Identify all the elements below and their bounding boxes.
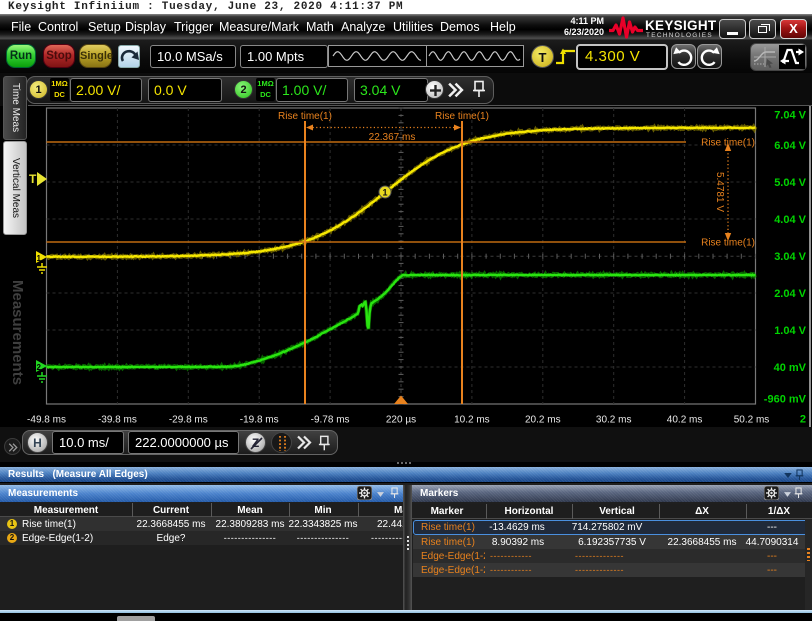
svg-text:-39.8 ms: -39.8 ms (98, 415, 137, 426)
svg-text:1.04 V: 1.04 V (774, 325, 806, 337)
svg-text:7.04 V: 7.04 V (774, 109, 806, 121)
svg-text:T: T (29, 172, 37, 186)
svg-text:-49.8 ms: -49.8 ms (27, 415, 66, 426)
svg-text:10.2 ms: 10.2 ms (454, 415, 490, 426)
svg-text:50.2 ms: 50.2 ms (734, 415, 770, 426)
svg-text:40.2 ms: 40.2 ms (667, 415, 703, 426)
svg-text:4.04 V: 4.04 V (774, 214, 806, 226)
svg-text:220 µs: 220 µs (386, 415, 416, 426)
svg-text:Rise time(1): Rise time(1) (435, 111, 489, 122)
svg-text:2.04 V: 2.04 V (774, 288, 806, 300)
svg-text:5.04 V: 5.04 V (774, 177, 806, 189)
svg-text:5.4781 V: 5.4781 V (714, 172, 725, 212)
svg-text:-960 mV: -960 mV (764, 393, 807, 405)
svg-text:22.367 ms: 22.367 ms (369, 132, 416, 143)
svg-text:40 mV: 40 mV (774, 362, 807, 374)
svg-text:2: 2 (37, 363, 42, 372)
svg-text:-19.8 ms: -19.8 ms (240, 415, 279, 426)
svg-text:Rise time(1): Rise time(1) (278, 111, 332, 122)
svg-text:1: 1 (37, 254, 42, 263)
svg-text:3.04 V: 3.04 V (774, 251, 806, 263)
svg-text:-29.8 ms: -29.8 ms (169, 415, 208, 426)
svg-text:6.04 V: 6.04 V (774, 140, 806, 152)
svg-text:30.2 ms: 30.2 ms (596, 415, 632, 426)
svg-text:20.2 ms: 20.2 ms (525, 415, 561, 426)
svg-text:2: 2 (800, 414, 806, 426)
svg-text:-9.78 ms: -9.78 ms (311, 415, 350, 426)
svg-text:1: 1 (382, 188, 387, 198)
